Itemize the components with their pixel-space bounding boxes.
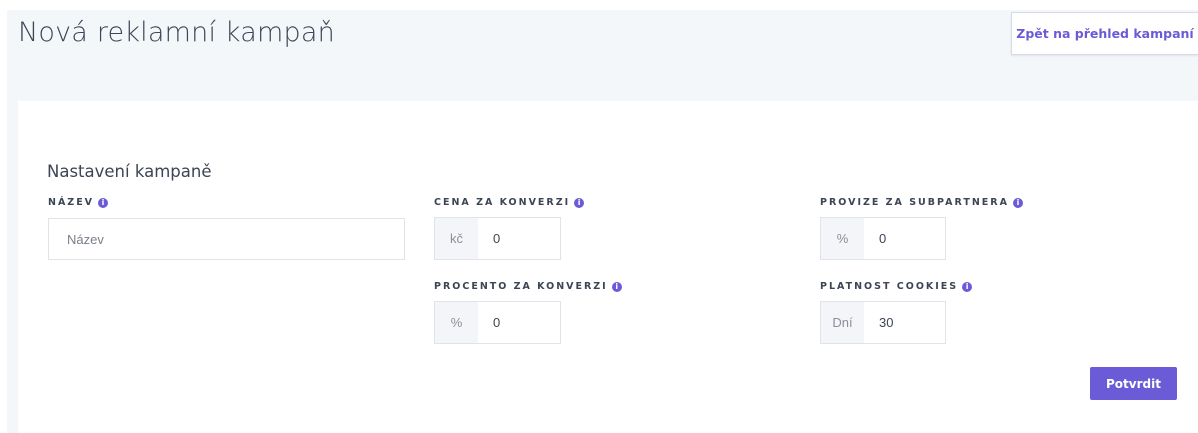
subpartner-input[interactable] (864, 218, 945, 259)
name-label-text: NÁZEV (48, 197, 95, 208)
name-label: NÁZEV i (48, 197, 109, 208)
percent-addon: % (821, 218, 864, 259)
info-icon[interactable]: i (98, 197, 109, 208)
subpartner-label: PROVIZE ZA SUBPARTNERA i (820, 197, 1023, 208)
info-icon[interactable]: i (1012, 197, 1023, 208)
info-icon[interactable]: i (962, 281, 973, 292)
days-addon: Dní (821, 302, 864, 343)
price-label-text: CENA ZA KONVERZI (434, 197, 571, 208)
back-to-campaigns-button[interactable]: Zpět na přehled kampaní (1011, 12, 1198, 55)
percent-label: PROCENTO ZA KONVERZI i (434, 281, 622, 292)
info-icon[interactable]: i (574, 197, 585, 208)
page-title: Nová reklamní kampaň (18, 17, 335, 48)
cookies-input[interactable] (864, 302, 945, 343)
percent-input-group: % (434, 301, 561, 344)
cookies-input-group: Dní (820, 301, 946, 344)
cookies-label-text: PLATNOST COOKIES (820, 281, 959, 292)
percent-label-text: PROCENTO ZA KONVERZI (434, 281, 608, 292)
price-input[interactable] (478, 218, 560, 259)
subpartner-label-text: PROVIZE ZA SUBPARTNERA (820, 197, 1009, 208)
percent-input[interactable] (478, 302, 560, 343)
card-title: Nastavení kampaně (47, 162, 212, 181)
campaign-settings-card: Nastavení kampaně NÁZEV i CENA ZA KONVER… (18, 101, 1198, 433)
name-input[interactable] (48, 218, 405, 260)
subpartner-input-group: % (820, 217, 946, 260)
info-icon[interactable]: i (611, 281, 622, 292)
currency-addon: kč (435, 218, 478, 259)
percent-addon: % (435, 302, 478, 343)
cookies-label: PLATNOST COOKIES i (820, 281, 973, 292)
price-input-group: kč (434, 217, 561, 260)
price-label: CENA ZA KONVERZI i (434, 197, 585, 208)
submit-button[interactable]: Potvrdit (1090, 367, 1177, 400)
